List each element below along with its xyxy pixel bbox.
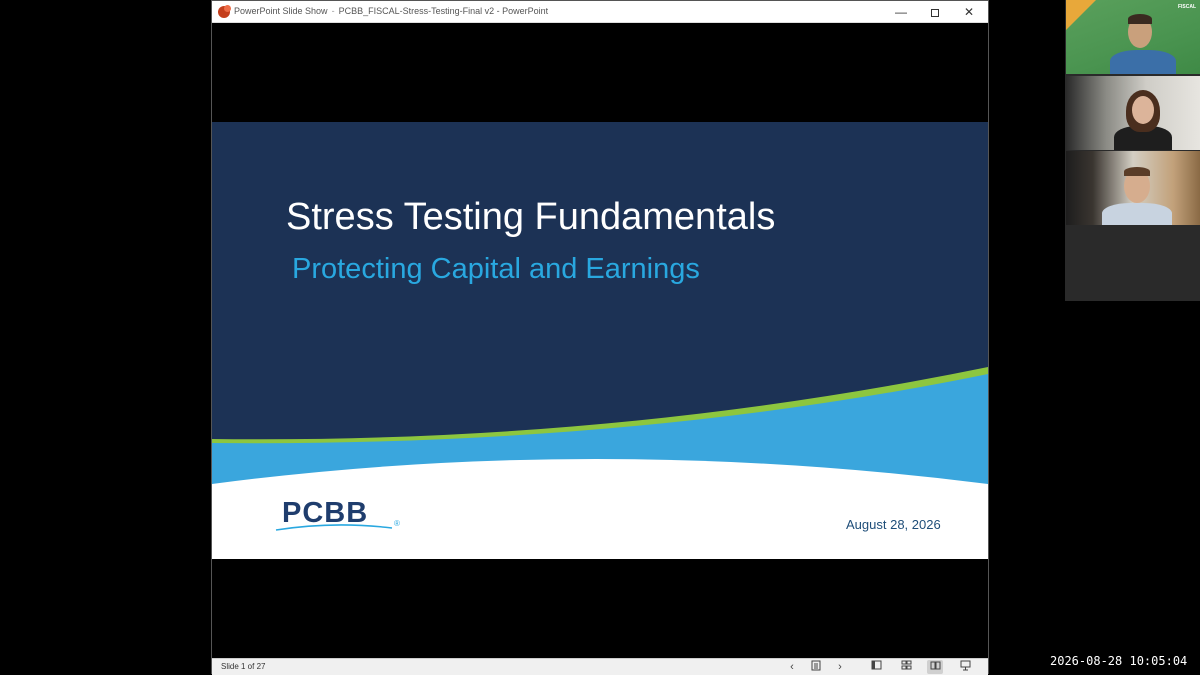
chevron-left-icon: ‹ xyxy=(790,661,794,673)
participant-video-tile[interactable]: FISCAL xyxy=(1066,0,1200,74)
normal-view-button[interactable] xyxy=(868,660,884,674)
participant-video-tile[interactable] xyxy=(1066,76,1200,150)
video-gallery: FISCAL xyxy=(1065,0,1200,301)
close-button[interactable]: ✕ xyxy=(952,1,986,23)
slideshow-statusbar: Slide 1 of 27 ‹ › xyxy=(212,658,988,675)
chevron-right-icon: › xyxy=(838,661,842,673)
logo-registered-mark: ® xyxy=(394,519,400,528)
slide-sorter-button[interactable] xyxy=(898,660,914,674)
slide-title: Stress Testing Fundamentals xyxy=(286,196,776,238)
notes-button[interactable] xyxy=(808,660,824,674)
normal-view-icon xyxy=(871,660,881,670)
notes-icon xyxy=(811,660,821,671)
minimize-button[interactable]: — xyxy=(884,1,918,23)
powerpoint-window: PowerPoint Slide Show - PCBB_FISCAL-Stress… xyxy=(211,0,989,675)
close-icon: ✕ xyxy=(963,5,975,19)
slide-sorter-icon xyxy=(901,660,911,670)
corner-badge xyxy=(1066,0,1096,30)
maximize-icon xyxy=(931,8,939,17)
window-titlebar[interactable]: PowerPoint Slide Show - PCBB_FISCAL-Stress… xyxy=(212,1,988,23)
tile-logo: FISCAL xyxy=(1177,4,1196,10)
document-title: PCBB_FISCAL-Stress-Testing-Final v2 - Po… xyxy=(338,6,549,16)
slide-wave-graphic xyxy=(212,367,988,559)
recording-timestamp: 2026-08-28 10:05:04 xyxy=(1050,654,1188,668)
slide-subtitle: Protecting Capital and Earnings xyxy=(292,253,700,285)
previous-slide-button[interactable]: ‹ xyxy=(784,660,800,674)
reading-view-button[interactable] xyxy=(927,660,943,674)
minimize-icon: — xyxy=(895,5,907,19)
reading-view-icon xyxy=(930,661,940,670)
logo-swoosh xyxy=(275,524,393,531)
slide-canvas[interactable]: Stress Testing Fundamentals Protecting C… xyxy=(212,122,988,559)
next-slide-button[interactable]: › xyxy=(832,660,848,674)
app-name: PowerPoint Slide Show xyxy=(234,6,328,16)
pcbb-logo: PCBB ® xyxy=(274,497,404,533)
slide-counter: Slide 1 of 27 xyxy=(221,662,266,671)
window-title: PowerPoint Slide Show - PCBB_FISCAL-Stress… xyxy=(234,6,548,16)
slide-date: August 28, 2026 xyxy=(846,517,941,532)
slideshow-view-button[interactable] xyxy=(957,660,973,674)
maximize-button[interactable] xyxy=(918,1,952,23)
title-separator: - xyxy=(331,6,335,16)
participant-video-tile[interactable] xyxy=(1066,151,1200,225)
slideshow-icon xyxy=(960,660,970,671)
powerpoint-icon xyxy=(218,5,231,18)
